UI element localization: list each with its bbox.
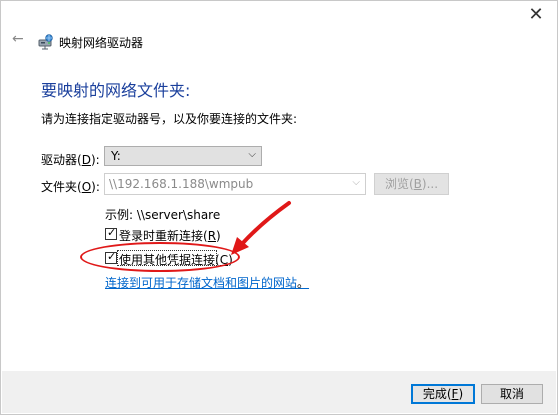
drive-label: 驱动器(D): bbox=[41, 153, 100, 167]
cancel-button[interactable]: 取消 bbox=[481, 384, 543, 404]
browse-button[interactable]: 浏览(B)... bbox=[374, 173, 449, 195]
instruction-text: 请为连接指定驱动器号，以及你要连接的文件夹: bbox=[41, 112, 298, 126]
reconnect-checkbox[interactable]: ✓ bbox=[105, 226, 117, 240]
annotation-arrow-icon bbox=[231, 201, 291, 255]
network-drive-icon bbox=[38, 34, 53, 50]
storage-website-link[interactable]: 连接到可用于存储文档和图片的网站。 bbox=[105, 274, 309, 291]
example-text: 示例: \\server\share bbox=[105, 208, 221, 222]
folder-path-value: \\192.168.1.188\wmpub bbox=[109, 177, 254, 191]
back-button[interactable]: ← bbox=[12, 31, 30, 49]
checkmark-icon: ✓ bbox=[107, 226, 117, 239]
close-icon: ✕ bbox=[528, 4, 544, 25]
close-button[interactable]: ✕ bbox=[521, 5, 551, 27]
back-arrow-icon: ← bbox=[12, 31, 24, 47]
folder-label: 文件夹(O): bbox=[41, 180, 100, 194]
finish-button[interactable]: 完成(F) bbox=[411, 384, 475, 404]
page-heading: 要映射的网络文件夹: bbox=[41, 81, 191, 100]
annotation-ellipse bbox=[80, 242, 240, 272]
chevron-down-icon: ⌵ bbox=[248, 149, 256, 160]
drive-letter-value: Y: bbox=[111, 149, 121, 163]
map-network-drive-dialog: ✕ ← 映射网络驱动器 要映射的网络文件夹: 请为连接指定驱动器号，以及你要连接… bbox=[0, 0, 558, 415]
folder-path-input[interactable]: \\192.168.1.188\wmpub ⌵ bbox=[104, 173, 366, 195]
drive-letter-select[interactable]: Y: ⌵ bbox=[104, 146, 262, 166]
dialog-title: 映射网络驱动器 bbox=[59, 36, 144, 50]
chevron-down-icon[interactable]: ⌵ bbox=[352, 177, 360, 188]
